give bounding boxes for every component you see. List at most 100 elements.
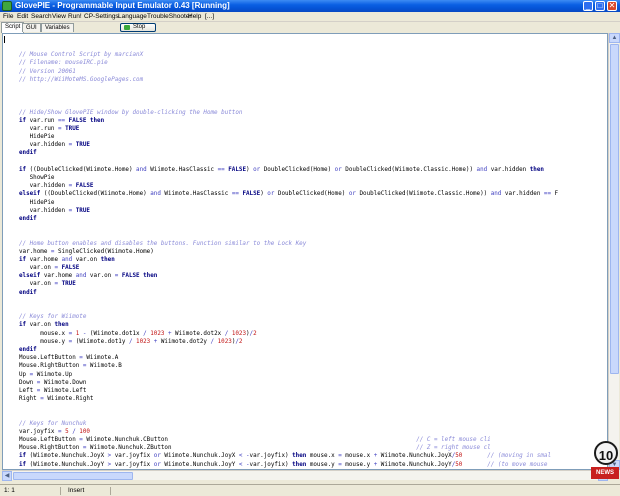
code-line[interactable]: endif (19, 215, 607, 223)
code-line[interactable]: // Mouse Control Script by marcianX (19, 51, 607, 59)
code-keyword: TRUE (61, 281, 76, 288)
script-editor[interactable]: // Mouse Control Script by marcianX// Fi… (2, 33, 608, 470)
code-line[interactable]: HidePie (19, 199, 607, 207)
tab-gui[interactable]: GUI (22, 23, 41, 32)
code-line[interactable]: mouse.y = (Wiimote.dot1y / 1023 + Wiimot… (19, 338, 607, 346)
code-text: (Wiimote.Nunchuk.JoyX (26, 453, 108, 460)
code-line[interactable]: endif (19, 346, 607, 354)
scroll-left-icon[interactable]: ◀ (2, 471, 12, 481)
code-line[interactable] (19, 100, 607, 108)
code-line[interactable]: Down = Wiimote.Down (19, 379, 607, 387)
menu-troubleshooter[interactable]: TroubleShooter (147, 12, 192, 22)
maximize-button[interactable]: □ (595, 1, 605, 11)
menu-file[interactable]: File (3, 12, 13, 22)
code-line[interactable]: // Filename: mouseIRC.pie (19, 59, 607, 67)
code-text: Mouse.LeftButton (19, 355, 80, 362)
menu-cp-settings[interactable]: CP-Settings (84, 12, 119, 22)
code-line[interactable] (19, 92, 607, 100)
code-line[interactable]: // Keys for Nunchuk (19, 420, 607, 428)
code-line[interactable]: Mouse.LeftButton = Wiimote.A (19, 354, 607, 362)
code-line[interactable] (19, 403, 607, 411)
code-line[interactable]: elseif var.home and var.on = FALSE then (19, 272, 607, 280)
code-line[interactable]: var.run = TRUE (19, 125, 607, 133)
code-keyword: then (292, 453, 307, 460)
code-text: Up (19, 371, 30, 378)
code-line[interactable]: if (Wiimote.Nunchuk.JoyX > var.joyfix or… (19, 452, 607, 460)
code-line[interactable]: var.on = FALSE (19, 264, 607, 272)
code-text: Wiimote.Nunchuk.JoyY (160, 461, 239, 468)
logo-text: NEWS (596, 470, 614, 476)
code-keyword: then (292, 461, 307, 468)
code-line[interactable]: if var.on then (19, 321, 607, 329)
code-line[interactable]: // http://WiiMoteMS.GooglePages.com (19, 76, 607, 84)
channel-logo: 10 NEWS (591, 441, 619, 481)
tab-script[interactable]: Script (1, 22, 25, 33)
code-line[interactable] (19, 223, 607, 231)
code-text: var.joyfix) (249, 461, 293, 468)
code-line[interactable]: Right = Wiimote.Right (19, 395, 607, 403)
code-line[interactable] (19, 305, 607, 313)
code-line[interactable]: Up = Wiimote.Up (19, 371, 607, 379)
code-line[interactable] (19, 43, 607, 51)
code-keyword: FALSE (75, 183, 94, 190)
code-line[interactable]: Mouse.RightButton = Wiimote.Nunchuk.ZBut… (19, 444, 607, 452)
code-line[interactable]: mouse.x = 1 - (Wiimote.dot1x / 1023 + Wi… (19, 330, 607, 338)
code-line[interactable]: endif (19, 289, 607, 297)
menu-view[interactable]: View (52, 12, 66, 22)
code-line[interactable]: var.home = SingleClicked(Wiimote.Home) (19, 248, 607, 256)
code-text: Down (19, 379, 37, 386)
stop-button[interactable]: Stop (120, 23, 156, 32)
code-line[interactable]: var.on = TRUE (19, 280, 607, 288)
code-area[interactable]: // Mouse Control Script by marcianX// Fi… (19, 43, 607, 469)
code-line[interactable]: // Home button enables and disables the … (19, 240, 607, 248)
code-line[interactable] (19, 84, 607, 92)
code-text: mouse.x (341, 453, 374, 460)
tab-variables[interactable]: Variables (41, 23, 74, 32)
code-line[interactable]: var.hidden = TRUE (19, 207, 607, 215)
code-line[interactable]: // Hide/Show GlovePIE window by double-c… (19, 109, 607, 117)
code-text: var.home (26, 256, 62, 263)
code-line[interactable] (19, 297, 607, 305)
code-line[interactable]: ShowPie (19, 174, 607, 182)
code-line[interactable]: if (Wiimote.Nunchuk.JoyY > var.joyfix or… (19, 461, 607, 469)
code-number: 1023 (217, 338, 232, 345)
code-operator: or (153, 453, 161, 460)
code-text: var.home (19, 248, 51, 255)
menu-help[interactable]: Help (188, 12, 201, 22)
code-line[interactable]: Left = Wiimote.Left (19, 387, 607, 395)
code-line[interactable] (19, 411, 607, 419)
code-line[interactable]: if var.home and var.on then (19, 256, 607, 264)
code-line[interactable]: Mouse.LeftButton = Wiimote.Nunchuk.CButt… (19, 436, 607, 444)
code-operator: and (75, 273, 87, 280)
menu-language[interactable]: Language (118, 12, 147, 22)
scroll-up-icon[interactable]: ▲ (609, 33, 620, 43)
title-bar[interactable]: GlovePIE - Programmable Input Emulator 0… (0, 0, 620, 12)
code-line[interactable] (19, 231, 607, 239)
horizontal-scroll-thumb[interactable] (13, 472, 133, 480)
minimize-button[interactable]: _ (583, 1, 593, 11)
code-line[interactable]: elseif ((DoubleClicked(Wiimote.Home) and… (19, 190, 607, 198)
code-line[interactable]: Mouse.RightButton = Wiimote.B (19, 362, 607, 370)
code-text: Wiimote.Left (40, 387, 87, 394)
code-line[interactable]: var.joyfix = 5 / 100 (19, 428, 607, 436)
code-line[interactable]: endif (19, 149, 607, 157)
menu-run[interactable]: Run! (68, 12, 82, 22)
vertical-scroll-thumb[interactable] (610, 44, 619, 374)
menu-more[interactable]: [...] (205, 12, 214, 22)
code-line[interactable]: if ((DoubleClicked(Wiimote.Home) and Wii… (19, 166, 607, 174)
close-button[interactable]: ✕ (607, 1, 617, 11)
code-line[interactable]: // Version 20061 (19, 68, 607, 76)
code-comment: // Z = right mouse cl (416, 445, 491, 452)
code-line[interactable]: var.hidden = FALSE (19, 182, 607, 190)
code-line[interactable]: // Keys for Wiimote (19, 313, 607, 321)
code-line[interactable]: var.hidden = TRUE (19, 141, 607, 149)
horizontal-scrollbar[interactable]: ◀ ▶ (2, 470, 608, 481)
menu-search[interactable]: Search (31, 12, 52, 22)
vertical-scrollbar[interactable]: ▲ ▼ (608, 33, 620, 470)
code-number: 2 (238, 338, 243, 345)
code-line[interactable]: if var.run == FALSE then (19, 117, 607, 125)
menu-edit[interactable]: Edit (17, 12, 28, 22)
code-text: Mouse.LeftButton (19, 437, 80, 443)
code-line[interactable] (19, 158, 607, 166)
code-line[interactable]: HidePie (19, 133, 607, 141)
